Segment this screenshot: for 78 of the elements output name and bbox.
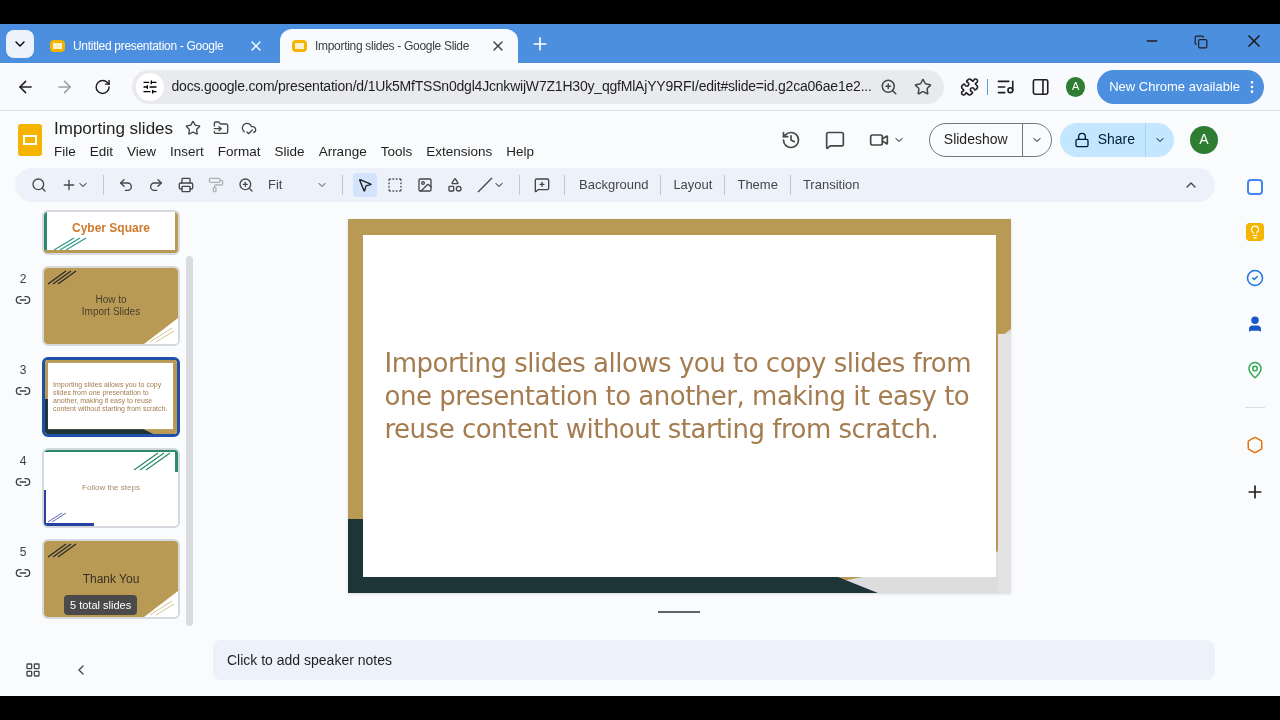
slides-icon [50, 40, 65, 52]
extensions-icon[interactable] [959, 76, 979, 97]
select-tool-button[interactable] [353, 173, 377, 197]
redo-icon[interactable] [148, 177, 164, 193]
version-history-icon[interactable] [780, 129, 801, 150]
slide-number: 3 [19, 362, 27, 379]
add-on-hexagon-icon[interactable] [1246, 436, 1264, 454]
maps-pin-icon[interactable] [1246, 361, 1264, 379]
scrollbar[interactable] [186, 256, 193, 626]
profile-avatar[interactable]: A [1066, 76, 1086, 97]
slide-canvas[interactable]: Importing slides allows you to copy slides from one presentation to another, making it easy to reuse content without starting from scratch. [347, 219, 1011, 593]
slide-title: Thank You [82, 571, 140, 587]
menu-item[interactable]: View [120, 141, 164, 164]
grid-view-icon[interactable] [25, 662, 41, 678]
slide-count-badge: 5 total slides [64, 594, 138, 615]
slide-thumbnail[interactable]: Thank You 5 total slides [42, 539, 180, 619]
zoom-icon[interactable] [879, 77, 898, 96]
tab-title: Importing slides - Google Slide [315, 38, 471, 55]
speaker-notes-field[interactable]: Click to add speaker notes [213, 640, 1215, 680]
contacts-person-icon[interactable] [1246, 315, 1264, 333]
account-avatar[interactable]: A [1190, 125, 1218, 154]
new-slide-button[interactable] [61, 177, 89, 193]
menu-item[interactable]: Extensions [419, 141, 500, 164]
toolbar-button[interactable]: Background [579, 175, 649, 195]
menu-item[interactable]: Edit [82, 141, 121, 164]
toolbar-button[interactable]: Theme [737, 175, 778, 195]
toolbar-button[interactable]: Layout [673, 175, 713, 195]
sliders-icon [141, 78, 158, 95]
text-box-icon[interactable] [387, 177, 403, 193]
menu-item[interactable]: Insert [163, 141, 211, 164]
site-info-icon[interactable] [135, 72, 164, 101]
star-icon[interactable] [185, 120, 202, 137]
menu-item[interactable]: Tools [373, 141, 420, 164]
bookmark-star-icon[interactable] [913, 77, 932, 96]
slide-number: 2 [19, 271, 27, 288]
slide-number: 5 [19, 544, 27, 561]
plus-icon [61, 177, 77, 193]
restore-icon[interactable] [1194, 35, 1208, 49]
slides-logo-icon [18, 123, 42, 156]
address-bar[interactable]: docs.google.com/presentation/d/1Uk5MfTSSn0dgl4JcnkwijW7Z1H30y_qgfMlAjYY9RFI/edit#slide=id.g2ca06ae1e2... [131, 69, 944, 104]
line-tool-button[interactable] [477, 177, 505, 193]
document-title[interactable]: Importing slides [54, 115, 174, 142]
share-button[interactable]: Share [1059, 122, 1174, 157]
menu-item[interactable]: File [47, 141, 83, 164]
slide-body-text: Importing slides allows you to copy slides from one presentation to another, making it easy to reuse content without starting from scratch. [384, 347, 972, 446]
menu-item[interactable]: Help [499, 141, 541, 164]
shapes-icon[interactable] [447, 177, 463, 193]
tasks-check-icon[interactable] [1246, 269, 1264, 287]
slide-thumbnail[interactable]: How to Import Slides [42, 266, 180, 346]
menu-item[interactable]: Format [210, 141, 268, 164]
print-icon[interactable] [178, 177, 194, 193]
tab-title: Untitled presentation - Google [73, 38, 225, 55]
zoom-icon[interactable] [238, 177, 254, 193]
tab-search-button[interactable] [6, 30, 34, 58]
slide-title: How to Import Slides [81, 293, 141, 319]
toolbar-button[interactable]: Transition [802, 175, 860, 195]
menu-item[interactable]: Arrange [311, 141, 374, 164]
side-panel-icon[interactable] [1030, 76, 1051, 97]
cloud-saved-icon[interactable] [241, 120, 258, 137]
search-icon[interactable] [31, 177, 47, 193]
add-comment-icon[interactable] [534, 177, 550, 193]
url-text: docs.google.com/presentation/d/1Uk5MfTSSn0dgl4JcnkwijW7Z1H30y_qgfMlAjYY9RFI/edit#slide=id.g2ca06ae1e2... [171, 77, 872, 96]
image-icon[interactable] [417, 177, 433, 193]
menu-item[interactable]: Slide [267, 141, 312, 164]
lock-icon [1073, 131, 1090, 148]
comments-icon[interactable] [824, 129, 845, 150]
slide-body-text: Follow the steps [82, 482, 140, 494]
pointer-icon [357, 177, 373, 193]
browser-tab[interactable]: Importing slides - Google Slide [280, 29, 518, 63]
slides-icon [292, 40, 307, 52]
zoom-select[interactable]: Fit [268, 175, 328, 195]
slide-logo-text: Cyber Square [72, 219, 150, 237]
reload-icon[interactable] [94, 77, 112, 96]
undo-icon[interactable] [118, 177, 134, 193]
move-folder-icon[interactable] [213, 120, 230, 137]
slide-thumbnail[interactable]: Follow the steps [42, 448, 180, 528]
slide-number: 4 [19, 453, 27, 470]
line-icon [477, 177, 493, 193]
